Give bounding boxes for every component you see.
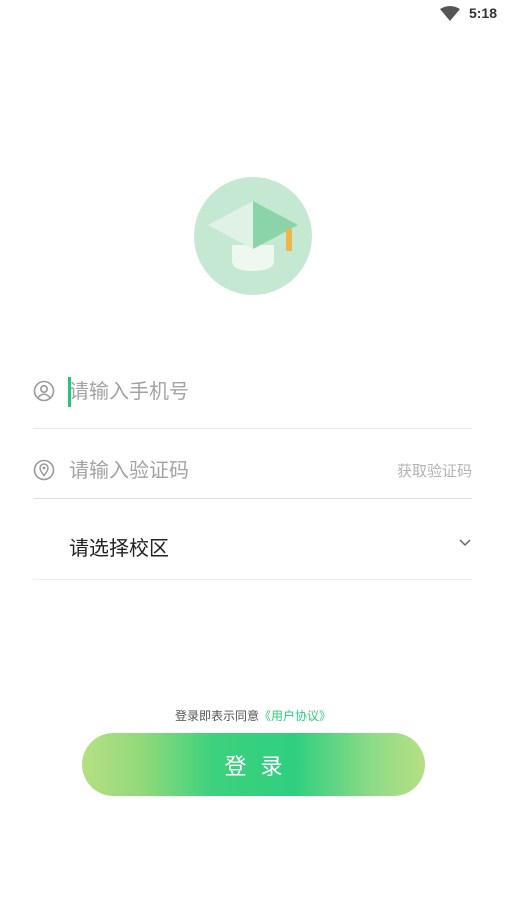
status-bar: 5:18 (0, 0, 506, 28)
code-input[interactable] (69, 456, 369, 484)
campus-field-row: 请选择校区 (33, 505, 472, 580)
status-time: 5:18 (468, 5, 497, 21)
phone-field-row (33, 355, 472, 429)
text-cursor (68, 377, 71, 407)
chevron-down-icon (459, 539, 471, 547)
campus-selected-value: 请选择校区 (69, 536, 169, 560)
location-pin-icon (33, 459, 55, 481)
wifi-icon (440, 6, 460, 21)
code-field-row: 获取验证码 (33, 433, 472, 499)
agreement-text: 登录即表示同意《用户协议》 (0, 707, 506, 724)
user-agreement-link[interactable]: 《用户协议》 (259, 709, 331, 723)
app-logo (194, 177, 312, 295)
login-button[interactable]: 登录 (82, 733, 425, 796)
agreement-prefix: 登录即表示同意 (174, 709, 259, 723)
campus-select[interactable]: 请选择校区 (33, 505, 472, 579)
phone-input[interactable] (69, 377, 449, 405)
user-icon (33, 380, 55, 402)
get-code-button[interactable]: 获取验证码 (397, 460, 472, 481)
